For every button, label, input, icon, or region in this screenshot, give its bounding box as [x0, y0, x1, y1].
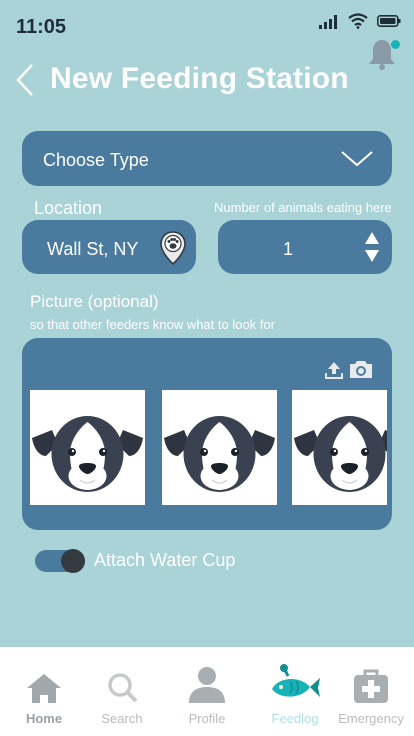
- type-dropdown-value: Choose Type: [43, 150, 149, 170]
- back-arrow-icon[interactable]: [12, 60, 36, 100]
- animal-count-value: 1: [282, 239, 293, 259]
- tab-feedlog[interactable]: Feedlog: [254, 647, 336, 736]
- search-icon: [108, 673, 138, 703]
- picture-label: Picture (optional): [30, 292, 159, 311]
- home-icon: [27, 674, 61, 703]
- paw-location-pin-icon[interactable]: [160, 231, 186, 265]
- toggle-knob: [61, 549, 85, 573]
- location-label: Location: [34, 198, 103, 218]
- camera-icon[interactable]: [348, 359, 374, 379]
- profile-icon: [189, 667, 225, 703]
- page-title: New Feeding Station: [50, 62, 349, 95]
- dog-face-image: [32, 416, 143, 492]
- bottom-tab-bar: Home Search Profile Feedlog Emergency: [0, 647, 414, 736]
- status-time: 11:05: [16, 16, 67, 38]
- first-aid-icon: [354, 669, 388, 703]
- wifi-icon: [348, 13, 368, 29]
- status-bar: 11:05: [0, 0, 414, 50]
- dog-photo-thumbnail[interactable]: [292, 390, 387, 505]
- dog-photo-thumbnail[interactable]: [162, 390, 277, 505]
- battery-icon: [377, 15, 401, 27]
- dog-face-image: [294, 416, 387, 492]
- animal-count-label: Number of animals eating here: [214, 200, 392, 215]
- tab-home[interactable]: Home: [3, 647, 85, 736]
- type-dropdown[interactable]: Choose Type: [22, 131, 392, 186]
- animal-count-stepper[interactable]: 1: [218, 220, 392, 274]
- tab-search-label: Search: [101, 711, 143, 726]
- location-field[interactable]: Wall St, NY: [22, 220, 196, 274]
- decrement-arrow-icon[interactable]: [364, 249, 380, 263]
- tab-search[interactable]: Search: [81, 647, 163, 736]
- chevron-down-icon: [341, 151, 373, 167]
- cellular-signal-icon: [319, 15, 337, 29]
- fish-icon: [272, 664, 320, 697]
- water-cup-toggle[interactable]: [35, 549, 85, 573]
- tab-emergency[interactable]: Emergency: [330, 647, 412, 736]
- picture-hint: so that other feeders know what to look …: [30, 317, 275, 332]
- dog-photo-thumbnail[interactable]: [30, 390, 145, 505]
- tab-home-label: Home: [25, 711, 63, 726]
- upload-icon[interactable]: [324, 360, 344, 380]
- tab-feedlog-label: Feedlog: [271, 711, 319, 726]
- tab-emergency-label: Emergency: [338, 711, 404, 726]
- tab-profile[interactable]: Profile: [166, 647, 248, 736]
- water-cup-label: Attach Water Cup: [94, 550, 236, 570]
- tab-profile-label: Profile: [188, 711, 226, 726]
- dog-face-image: [164, 416, 275, 492]
- increment-arrow-icon[interactable]: [364, 231, 380, 245]
- picture-panel: [22, 338, 392, 530]
- notification-badge: [391, 40, 400, 49]
- location-value: Wall St, NY: [47, 239, 139, 259]
